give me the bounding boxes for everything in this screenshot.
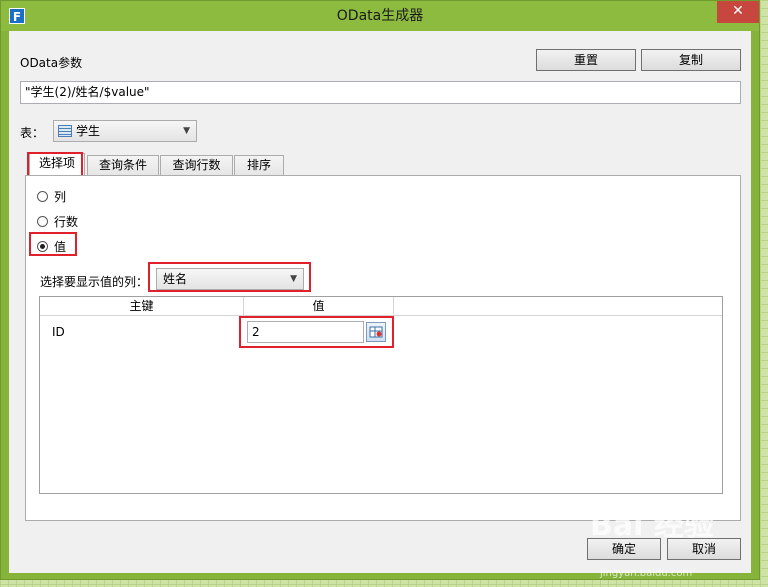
radio-row-count-label: 行数 [54,215,79,229]
window-title: OData生成器 [336,8,424,24]
value-column-label: 选择要显示值的列： [40,275,149,289]
radio-row-count[interactable] [37,216,48,227]
tab-panel-select-item: 列 行数 值 选择要显示值的列： 姓名 ▼ 主键 值 ID 2 [25,175,741,521]
table-select[interactable]: 学生 ▼ [53,120,197,142]
chevron-down-icon: ▼ [183,126,190,136]
grid-header: 主键 值 [40,297,722,316]
radio-column[interactable] [37,191,48,202]
highlight-radio-value [29,232,77,256]
highlight-value-cell [239,316,394,348]
key-value-grid: 主键 值 ID 2 [39,296,723,494]
odata-generator-dialog: F OData生成器 ✕ OData参数 重置 复制 "学生(2)/姓名/$va… [0,0,760,580]
baidu-watermark-logo: Bai 经验 [590,508,714,543]
odata-params-field[interactable]: "学生(2)/姓名/$value" [20,81,741,104]
highlight-value-column [148,262,311,292]
title-bar: F OData生成器 ✕ [1,1,759,31]
header-key: 主键 [40,297,244,315]
tab-query-row-count[interactable]: 查询行数 [160,155,233,175]
radio-column-label: 列 [54,190,67,204]
tab-sort[interactable]: 排序 [234,155,284,175]
table-grid-icon [58,125,72,137]
copy-button[interactable]: 复制 [641,49,741,71]
row-key-cell: ID [52,325,65,339]
close-button[interactable]: ✕ [717,1,759,23]
dialog-body: OData参数 重置 复制 "学生(2)/姓名/$value" 表： 学生 ▼ … [9,31,751,573]
reset-button[interactable]: 重置 [536,49,636,71]
header-value: 值 [244,297,394,315]
odata-params-label: OData参数 [20,56,83,70]
tab-query-conditions[interactable]: 查询条件 [87,155,159,175]
baidu-watermark-url: jingyan.baidu.com [600,568,693,579]
table-label: 表： [20,126,45,140]
table-selected-value: 学生 [76,124,101,138]
